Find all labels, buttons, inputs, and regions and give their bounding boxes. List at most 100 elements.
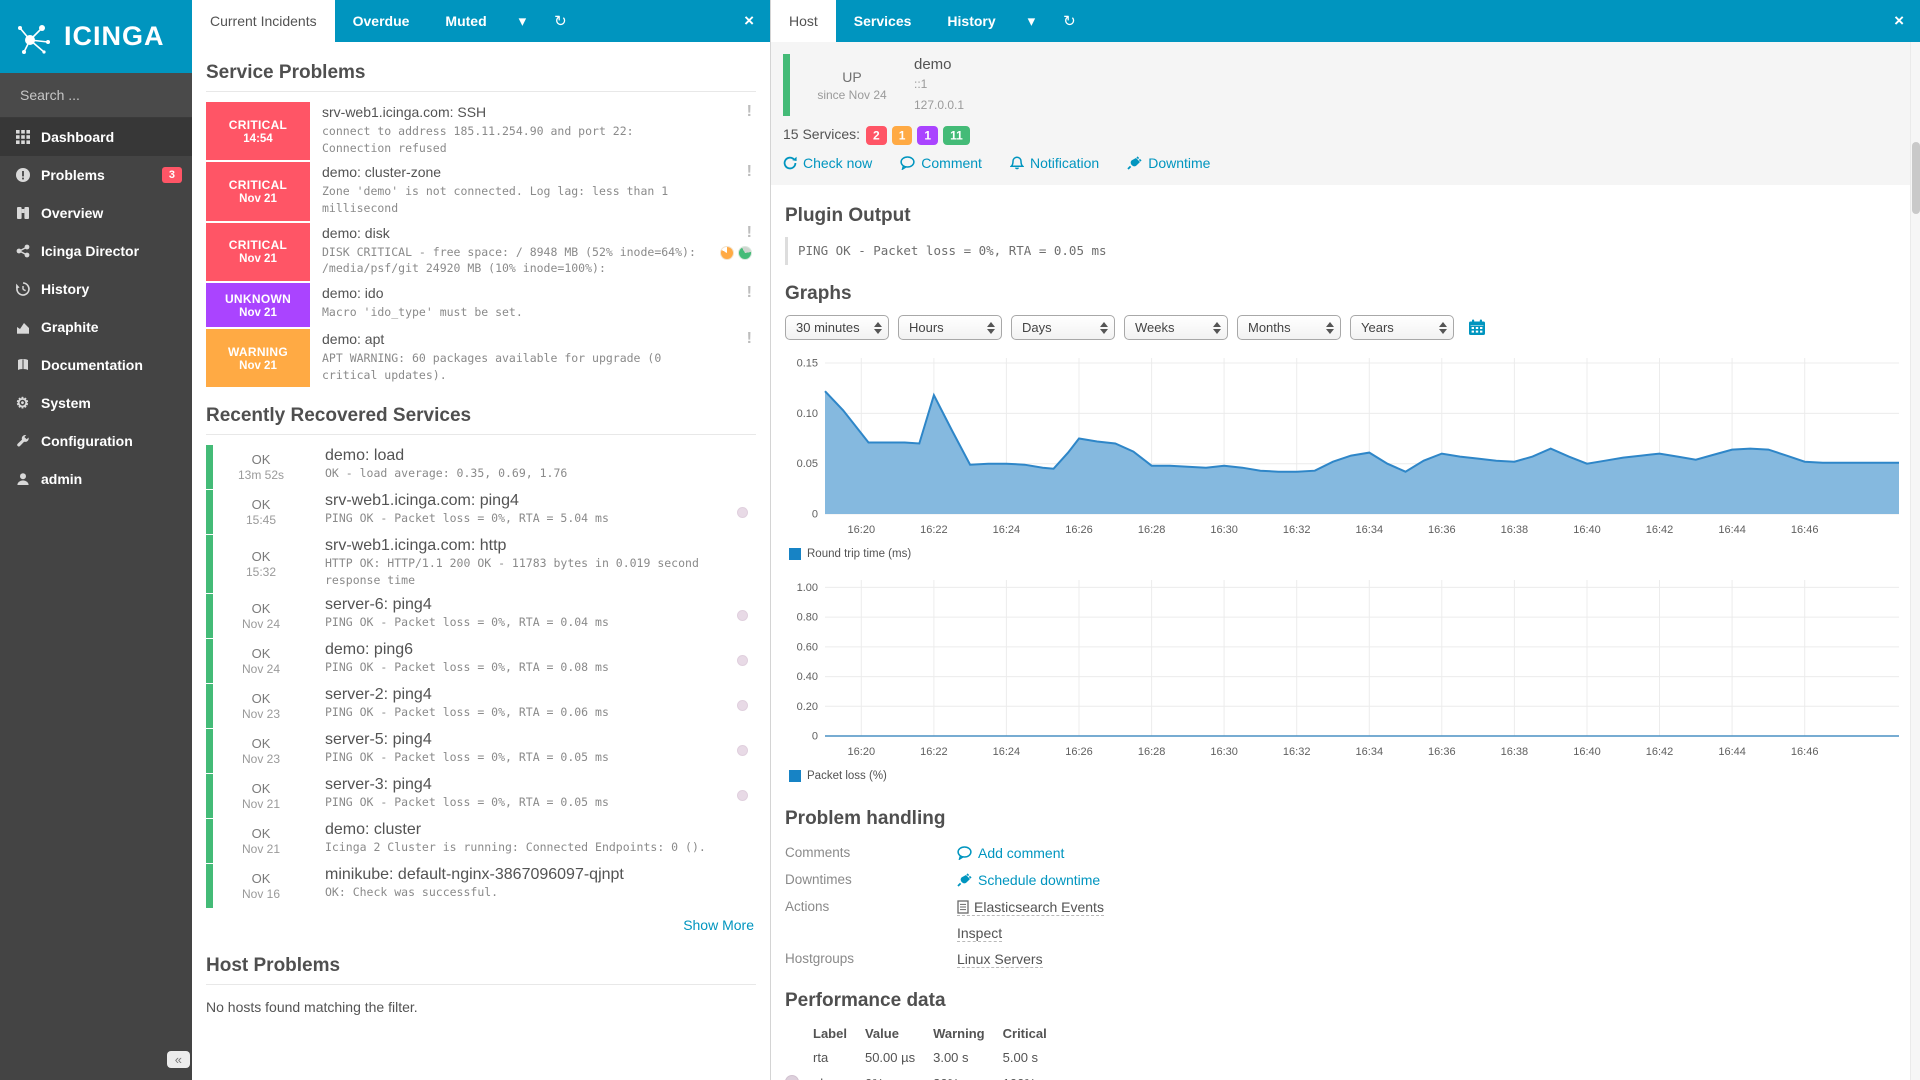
svg-text:16:36: 16:36: [1428, 746, 1456, 758]
select-stepper-icon: [872, 321, 888, 334]
downtime-button[interactable]: Downtime: [1127, 155, 1210, 171]
graph-range-select-days[interactable]: Days: [1011, 315, 1115, 340]
tab-history[interactable]: History: [929, 0, 1013, 42]
inspect-link[interactable]: Inspect: [957, 925, 1003, 942]
graph-range-select-months[interactable]: Months: [1237, 315, 1341, 340]
tab-host[interactable]: Host: [771, 0, 836, 42]
ok-state-bar: [206, 683, 213, 728]
icinga-logo-mark-icon: [18, 24, 50, 54]
tab-services[interactable]: Services: [836, 0, 930, 42]
recovered-service-row[interactable]: OK 13m 52s demo: load OK - load average: …: [206, 445, 756, 490]
sidebar-item-overview[interactable]: Overview: [0, 194, 192, 232]
add-comment-link[interactable]: Add comment: [957, 845, 1064, 861]
sidebar-item-history[interactable]: History: [0, 270, 192, 308]
close-pane-icon[interactable]: ×: [736, 0, 762, 42]
service-problem-row[interactable]: WARNING Nov 21 demo: apt APT WARNING: 60 …: [206, 329, 756, 388]
icinga-logo[interactable]: ICINGA: [0, 0, 192, 73]
sidebar-item-documentation[interactable]: Documentation: [0, 346, 192, 384]
recovered-service-row[interactable]: OK Nov 24 demo: ping6 PING OK - Packet lo…: [206, 638, 756, 683]
graph-range-select-30-minutes[interactable]: 30 minutes: [785, 315, 889, 340]
recovered-service-row[interactable]: OK Nov 21 demo: cluster Icinga 2 Cluster …: [206, 818, 756, 863]
scrollbar-thumb[interactable]: [1912, 142, 1920, 214]
ok-state-bar: [206, 535, 213, 593]
sidebar-item-label: admin: [41, 471, 83, 487]
recovered-service-row[interactable]: OK Nov 23 server-5: ping4 PING OK - Packe…: [206, 728, 756, 773]
tab-muted[interactable]: Muted: [427, 0, 504, 42]
refresh-icon: [783, 156, 797, 170]
legend-label: Round trip time (ms): [807, 548, 912, 560]
notification-button[interactable]: Notification: [1009, 155, 1099, 171]
check-output: Macro 'ido_type' must be set.: [322, 305, 523, 320]
svg-text:0.15: 0.15: [797, 358, 818, 370]
hostgroup-link[interactable]: Linux Servers: [957, 951, 1043, 968]
plugin-output-block: PING OK - Packet loss = 0%, RTA = 0.05 m…: [785, 237, 1906, 265]
section-title-recovered: Recently Recovered Services: [206, 405, 756, 436]
chevron-down-icon[interactable]: ▾: [1014, 0, 1050, 42]
scrollbar-track[interactable]: [1910, 42, 1920, 1080]
recovered-service-row[interactable]: OK Nov 24 server-6: ping4 PING OK - Packe…: [206, 593, 756, 638]
services-badge-critical[interactable]: 2: [866, 125, 887, 145]
recovered-service-row[interactable]: OK Nov 16 minikube: default-nginx-3867096…: [206, 863, 756, 908]
svg-text:16:28: 16:28: [1138, 524, 1166, 536]
service-title: minikube: default-nginx-3867096097-qjnpt: [325, 865, 624, 883]
service-problem-row[interactable]: UNKNOWN Nov 21 demo: ido Macro 'ido_type'…: [206, 283, 756, 328]
recovered-service-row[interactable]: OK 15:45 srv-web1.icinga.com: ping4 PING …: [206, 490, 756, 535]
sidebar-item-icinga-director[interactable]: Icinga Director: [0, 232, 192, 270]
director-nodes-icon: [14, 244, 31, 258]
handled-exclamation-icon: !: [746, 330, 752, 348]
rtt-chart: 0 0.05 0.10 0.15 16:20 16:22 16:24 16:26 16:28 16…: [785, 350, 1906, 568]
tab-overdue[interactable]: Overdue: [335, 0, 428, 42]
services-state-badges: 2 1 1 11: [866, 125, 975, 145]
sidebar-item-graphite[interactable]: Graphite: [0, 308, 192, 346]
search-bar: ×: [0, 73, 218, 118]
graph-range-select-hours[interactable]: Hours: [898, 315, 1002, 340]
sidebar-item-configuration[interactable]: Configuration: [0, 422, 192, 460]
show-more-link[interactable]: Show More: [683, 917, 754, 933]
elasticsearch-events-link[interactable]: Elasticsearch Events: [957, 899, 1104, 916]
host-state-bar: [783, 54, 790, 116]
svg-text:16:44: 16:44: [1718, 746, 1746, 758]
sidebar-collapse-button[interactable]: «: [166, 1051, 190, 1068]
select-stepper-icon: [985, 321, 1001, 334]
services-badge-ok[interactable]: 11: [943, 125, 970, 145]
perfdata-pie-icons: [712, 245, 752, 260]
graph-range-select-weeks[interactable]: Weeks: [1124, 315, 1228, 340]
sidebar-item-system[interactable]: ⚙ System: [0, 384, 192, 422]
sidebar-item-problems[interactable]: Problems 3: [0, 156, 192, 194]
service-problem-row[interactable]: CRITICAL Nov 21 demo: disk DISK CRITICAL …: [206, 222, 756, 282]
search-input[interactable]: [20, 87, 201, 103]
check-output: Zone 'demo' is not connected. Log lag: l…: [322, 184, 669, 216]
graph-range-select-years[interactable]: Years: [1350, 315, 1454, 340]
check-output: PING OK - Packet loss = 0%, RTA = 0.05 m…: [325, 749, 609, 764]
service-problem-row[interactable]: CRITICAL 14:54 srv-web1.icinga.com: SSH c…: [206, 102, 756, 161]
bell-icon: [1009, 156, 1024, 170]
tab-current-incidents[interactable]: Current Incidents: [192, 0, 335, 42]
sidebar-item-dashboard[interactable]: Dashboard: [0, 118, 192, 156]
check-output: connect to address 185.11.254.90 and por…: [322, 124, 634, 155]
ok-state: OK Nov 24: [241, 600, 281, 631]
service-title: srv-web1.icinga.com: SSH: [322, 104, 487, 120]
svg-text:0.80: 0.80: [797, 612, 818, 624]
recovered-service-row[interactable]: OK 15:32 srv-web1.icinga.com: http HTTP O…: [206, 535, 756, 593]
refresh-icon[interactable]: ↻: [1049, 0, 1090, 42]
plug-icon: [957, 872, 972, 887]
recovered-service-row[interactable]: OK Nov 21 server-3: ping4 PING OK - Packe…: [206, 773, 756, 818]
check-output: PING OK - Packet loss = 0%, RTA = 0.08 m…: [325, 659, 609, 674]
schedule-downtime-link[interactable]: Schedule downtime: [957, 872, 1100, 888]
services-badge-warning[interactable]: 1: [891, 125, 913, 145]
section-title-problem-handling: Problem handling: [785, 808, 946, 829]
close-pane-icon[interactable]: ×: [1886, 0, 1912, 42]
service-problem-row[interactable]: CRITICAL Nov 21 demo: cluster-zone Zone '…: [206, 162, 756, 221]
sidebar-item-admin[interactable]: admin: [0, 460, 192, 498]
wrench-icon: [14, 434, 31, 448]
services-badge-unknown[interactable]: 1: [917, 125, 939, 145]
perf-header-icon-col: [785, 1022, 813, 1045]
recovered-service-row[interactable]: OK Nov 23 server-2: ping4 PING OK - Packe…: [206, 683, 756, 728]
calendar-button[interactable]: [1463, 315, 1491, 340]
check-now-button[interactable]: Check now: [783, 155, 872, 171]
chevron-down-icon[interactable]: ▾: [505, 0, 541, 42]
svg-text:16:28: 16:28: [1138, 746, 1166, 758]
comment-button[interactable]: Comment: [900, 155, 982, 171]
refresh-icon[interactable]: ↻: [540, 0, 581, 42]
check-output: PING OK - Packet loss = 0%, RTA = 0.05 m…: [325, 794, 609, 809]
